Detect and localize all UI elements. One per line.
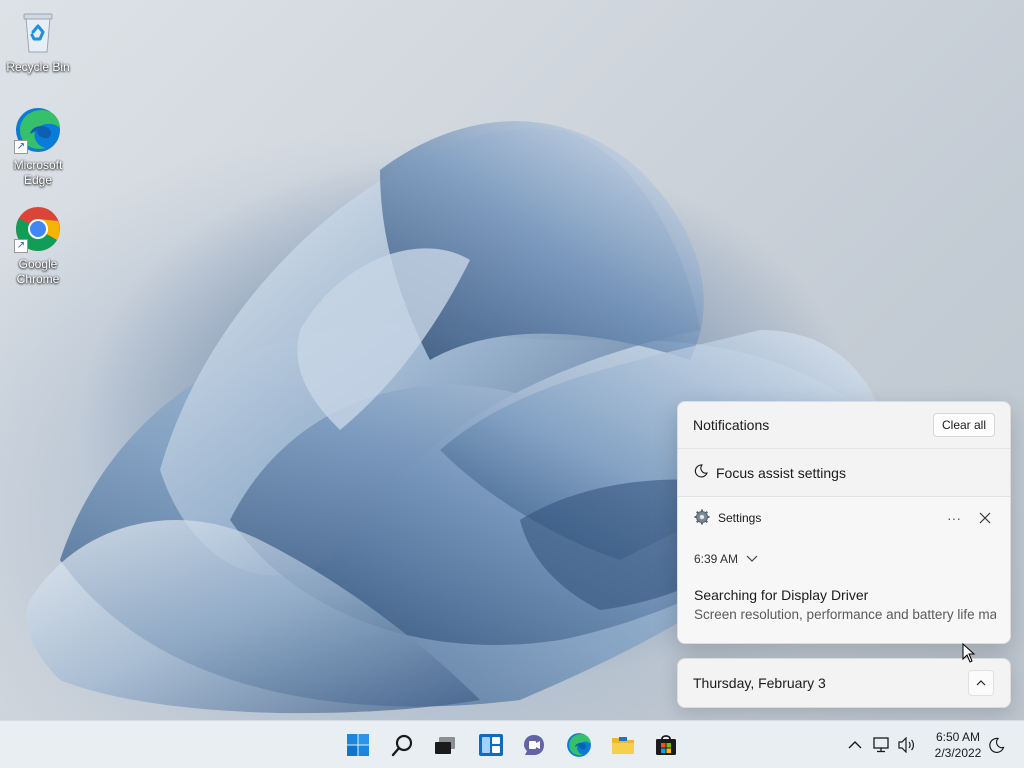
notification-app-name: Settings bbox=[718, 511, 762, 525]
file-explorer-icon bbox=[612, 737, 634, 754]
notification-header: Notifications Clear all bbox=[678, 402, 1010, 449]
network-icon bbox=[873, 737, 889, 753]
desktop-icon-chrome[interactable]: ↗ Google Chrome bbox=[0, 205, 76, 287]
volume-icon bbox=[898, 737, 914, 753]
teams-chat-icon bbox=[524, 735, 544, 755]
file-explorer-button[interactable] bbox=[607, 729, 639, 761]
calendar-flyout: Thursday, February 3 bbox=[677, 658, 1011, 708]
recycle-bin-icon bbox=[14, 8, 62, 56]
focus-assist-button[interactable] bbox=[987, 735, 1007, 755]
shortcut-arrow-icon: ↗ bbox=[14, 239, 28, 253]
notification-title: Notifications bbox=[693, 417, 770, 433]
show-hidden-icons-button[interactable] bbox=[845, 735, 865, 755]
windows-start-icon bbox=[347, 734, 369, 756]
teams-chat-button[interactable] bbox=[518, 729, 550, 761]
desktop-icon-label: Microsoft Edge bbox=[13, 158, 63, 187]
calendar-date-label: Thursday, February 3 bbox=[693, 675, 826, 691]
task-view-button[interactable] bbox=[429, 729, 461, 761]
clear-all-button[interactable]: Clear all bbox=[932, 413, 995, 437]
widgets-icon bbox=[479, 734, 503, 756]
notification-center: Notifications Clear all Focus assist set… bbox=[677, 401, 1011, 644]
desktop-icon-edge[interactable]: ↗ Microsoft Edge bbox=[0, 106, 76, 188]
taskbar-clock[interactable]: 6:50 AM 2/3/2022 bbox=[928, 729, 988, 761]
microsoft-store-button[interactable] bbox=[650, 729, 682, 761]
chevron-down-icon bbox=[746, 555, 758, 562]
taskbar: 6:50 AM 2/3/2022 bbox=[0, 720, 1024, 768]
shortcut-arrow-icon: ↗ bbox=[14, 140, 28, 154]
focus-assist-label: Focus assist settings bbox=[716, 464, 846, 481]
focus-assist-settings-link[interactable]: Focus assist settings bbox=[678, 449, 1010, 497]
search-button[interactable] bbox=[387, 729, 419, 761]
chevron-up-icon bbox=[848, 741, 862, 749]
notification-body: Screen resolution, performance and batte… bbox=[694, 607, 996, 622]
notification-time-toggle[interactable]: 6:39 AM bbox=[694, 539, 994, 579]
desktop-icon-label: Recycle Bin bbox=[6, 60, 70, 74]
edge-taskbar-button[interactable] bbox=[563, 729, 595, 761]
edge-icon bbox=[567, 733, 591, 757]
desktop-icon-recycle-bin[interactable]: Recycle Bin bbox=[0, 8, 76, 75]
chrome-icon: ↗ bbox=[14, 205, 62, 253]
mouse-cursor-icon bbox=[962, 643, 976, 663]
moon-icon bbox=[989, 737, 1005, 753]
desktop-icon-label: Google Chrome bbox=[16, 257, 60, 286]
volume-button[interactable] bbox=[897, 735, 917, 755]
notification-time: 6:39 AM bbox=[694, 552, 739, 566]
widgets-button[interactable] bbox=[475, 729, 507, 761]
start-button[interactable] bbox=[342, 729, 374, 761]
clock-date: 2/3/2022 bbox=[934, 746, 982, 760]
settings-gear-icon bbox=[694, 509, 710, 528]
edge-icon: ↗ bbox=[14, 106, 62, 154]
expand-calendar-button[interactable] bbox=[968, 670, 994, 696]
dismiss-notification-button[interactable] bbox=[976, 509, 994, 527]
search-icon bbox=[391, 734, 413, 757]
clock-time: 6:50 AM bbox=[935, 730, 981, 744]
more-options-button[interactable]: ··· bbox=[940, 510, 968, 526]
network-button[interactable] bbox=[872, 735, 892, 755]
notification-heading: Searching for Display Driver bbox=[694, 587, 869, 603]
task-view-icon bbox=[435, 737, 455, 754]
notification-card[interactable]: Settings ··· 6:39 AM Searching for Displ… bbox=[678, 497, 1010, 643]
moon-icon bbox=[694, 464, 716, 481]
store-icon bbox=[656, 735, 676, 755]
close-icon bbox=[979, 512, 991, 524]
chevron-up-icon bbox=[976, 680, 986, 686]
notification-card-header: Settings ··· bbox=[694, 497, 994, 539]
